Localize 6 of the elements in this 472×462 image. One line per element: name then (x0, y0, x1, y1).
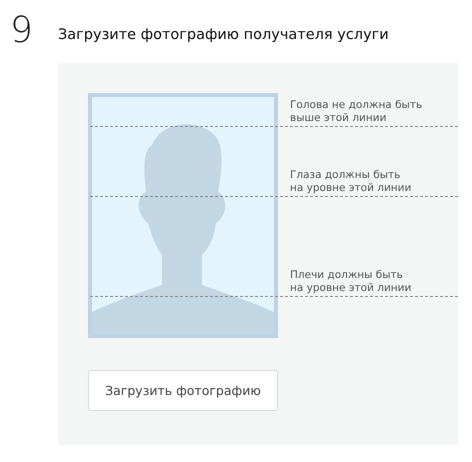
guide-label: Голова не должна быть выше этой линии (290, 99, 422, 125)
upload-photo-button[interactable]: Загрузить фотографию (88, 370, 278, 411)
section-title: Загрузите фотографию получателя услуги (58, 27, 389, 43)
step-number: 9 (10, 13, 34, 49)
guide-label: Плечи должны быть на уровне этой линии (290, 269, 412, 295)
guide-label: Глаза должны быть на уровне этой линии (290, 169, 412, 195)
